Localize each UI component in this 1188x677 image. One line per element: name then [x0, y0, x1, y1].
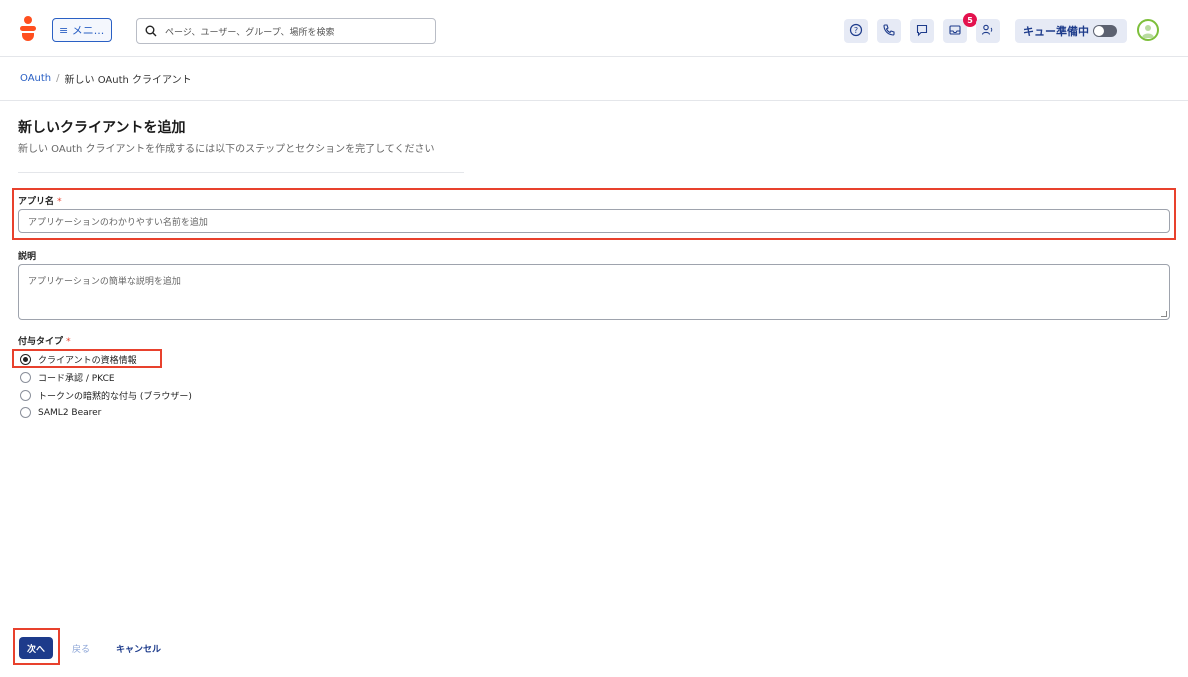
breadcrumb-current: 新しい OAuth クライアント [64, 75, 192, 86]
help-icon: ? [849, 22, 863, 41]
cancel-button[interactable]: キャンセル [116, 642, 161, 655]
resize-handle[interactable] [1161, 311, 1167, 317]
description-placeholder: アプリケーションの簡単な説明を追加 [28, 277, 181, 287]
description-textarea[interactable]: アプリケーションの簡単な説明を追加 [18, 264, 1170, 320]
genesys-logo[interactable] [20, 16, 36, 42]
grant-type-option-code-pkce[interactable]: コード承認 / PKCE [20, 371, 115, 384]
page-title: 新しいクライアントを追加 [18, 120, 186, 136]
next-button[interactable]: 次へ [19, 637, 53, 659]
queue-status-toggle[interactable]: キュー準備中 [1015, 19, 1127, 43]
menu-button-label: ≡ メニ... [59, 24, 105, 37]
page-subtitle: 新しい OAuth クライアントを作成するには以下のステップとセクションを完了し… [18, 144, 435, 155]
contacts-button[interactable] [976, 19, 1000, 43]
main-content: 新しいクライアントを追加 新しい OAuth クライアントを作成するには以下のス… [8, 102, 1186, 677]
divider [18, 172, 464, 173]
chat-icon [915, 22, 929, 41]
queue-toggle-switch[interactable] [1093, 25, 1117, 37]
app-name-placeholder: アプリケーションのわかりやすい名前を追加 [28, 217, 208, 228]
chat-button[interactable] [910, 19, 934, 43]
app-name-label: アプリ名 * [18, 197, 62, 207]
app-name-input[interactable]: アプリケーションのわかりやすい名前を追加 [18, 209, 1170, 233]
grant-type-option-saml2[interactable]: SAML2 Bearer [20, 407, 101, 418]
avatar[interactable] [1137, 19, 1159, 41]
svg-text:?: ? [854, 26, 858, 35]
menu-button[interactable]: ≡ メニ... [52, 18, 112, 42]
queue-status-label: キュー準備中 [1023, 25, 1089, 38]
notification-badge: 5 [963, 13, 977, 27]
inbox-icon [948, 22, 962, 41]
breadcrumb-separator: / [56, 73, 60, 84]
radio-button[interactable] [20, 354, 31, 365]
radio-button[interactable] [20, 390, 31, 401]
radio-button[interactable] [20, 372, 31, 383]
radio-button[interactable] [20, 407, 31, 418]
description-label: 説明 [18, 252, 37, 262]
search-input[interactable]: ページ、ユーザー、グループ、場所を検索 [136, 18, 436, 44]
phone-icon [882, 22, 896, 41]
breadcrumb-oauth-link[interactable]: OAuth [20, 73, 51, 84]
required-mark: * [57, 197, 62, 207]
grant-type-label: 付与タイプ * [18, 337, 71, 347]
breadcrumb: OAuth / 新しい OAuth クライアント [0, 57, 1188, 101]
grant-type-option-implicit[interactable]: トークンの暗黙的な付与 (ブラウザー) [20, 389, 192, 402]
back-button[interactable]: 戻る [72, 642, 90, 655]
search-placeholder: ページ、ユーザー、グループ、場所を検索 [165, 27, 335, 38]
user-icon [1142, 25, 1154, 38]
required-mark: * [66, 337, 71, 347]
search-icon [145, 22, 157, 41]
help-button[interactable]: ? [844, 19, 868, 43]
grant-type-option-client-credentials[interactable]: クライアントの資格情報 [20, 353, 137, 366]
phone-button[interactable] [877, 19, 901, 43]
top-bar: ≡ メニ... ページ、ユーザー、グループ、場所を検索 ? 5 キュー準備中 [0, 0, 1188, 57]
user-voice-icon [981, 22, 995, 41]
